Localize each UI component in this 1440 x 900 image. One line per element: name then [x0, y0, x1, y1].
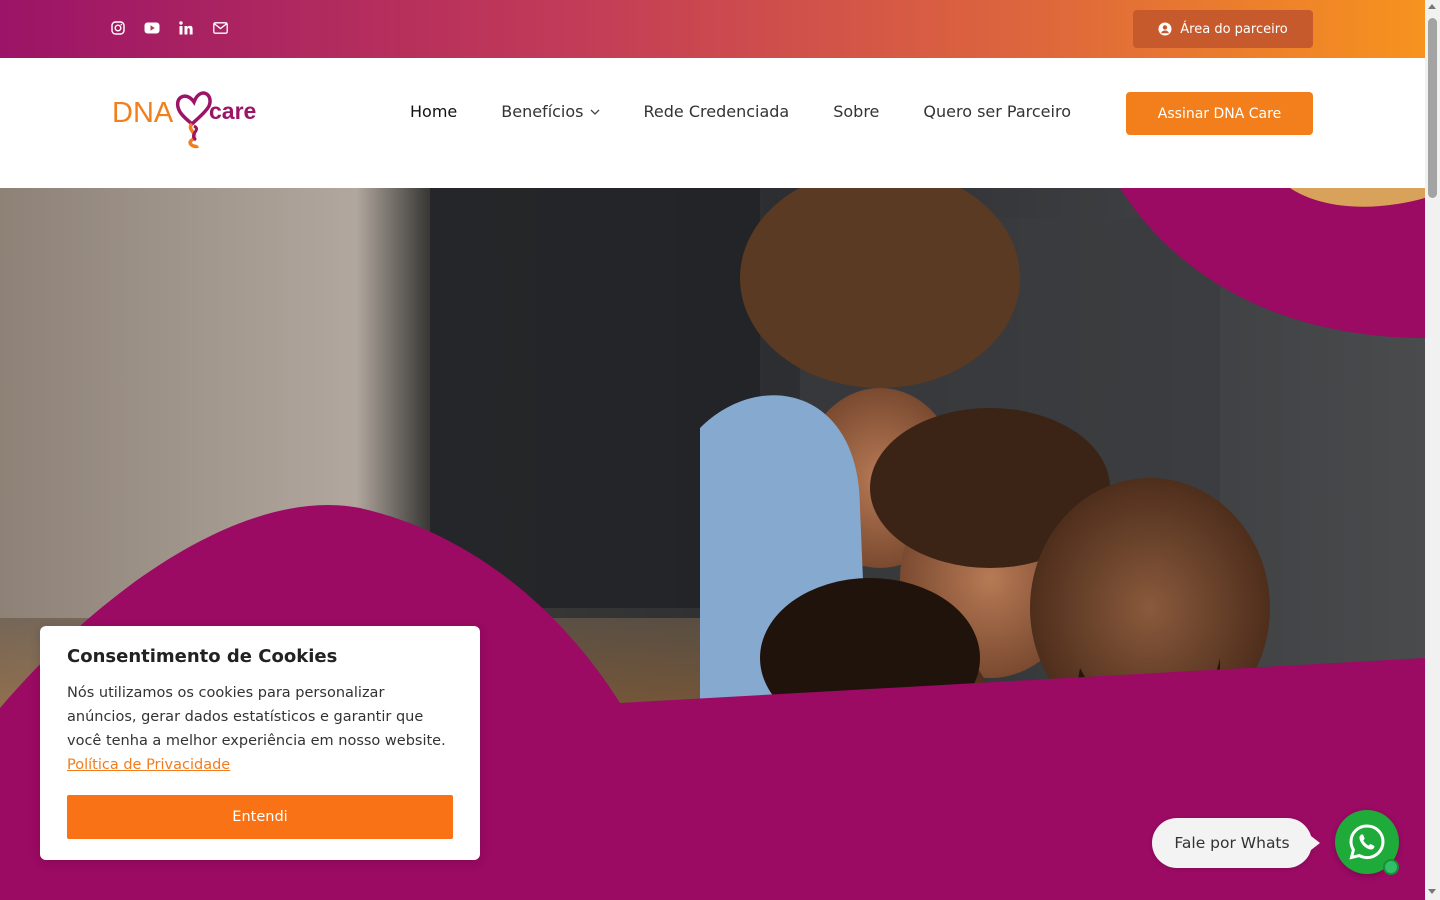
- nav-beneficios-label: Benefícios: [501, 102, 584, 121]
- whatsapp-bubble[interactable]: Fale por Whats: [1152, 818, 1320, 868]
- scroll-down-arrow[interactable]: [1428, 889, 1436, 894]
- partner-area-button[interactable]: Área do parceiro: [1133, 10, 1313, 48]
- dna-care-logo[interactable]: DNA care: [112, 78, 262, 150]
- cookie-text-body: Nós utilizamos os cookies para personali…: [67, 685, 446, 749]
- nav-sobre[interactable]: Sobre: [833, 102, 879, 121]
- nav-rede-label: Rede Credenciada: [643, 102, 790, 121]
- nav-quero-ser-parceiro[interactable]: Quero ser Parceiro: [923, 102, 1071, 121]
- user-circle-icon: [1158, 22, 1172, 36]
- nav-rede-credenciada[interactable]: Rede Credenciada: [644, 102, 790, 121]
- site-header: DNA care Home Benefícios Rede Credenciad…: [0, 58, 1425, 188]
- instagram-icon[interactable]: [108, 18, 128, 38]
- whatsapp-icon: [1349, 824, 1385, 860]
- mail-icon[interactable]: [210, 18, 230, 38]
- nav-sobre-label: Sobre: [833, 102, 880, 121]
- chevron-down-icon: [590, 109, 599, 115]
- nav-home-label: Home: [410, 102, 458, 121]
- cookie-accept-button[interactable]: Entendi: [67, 795, 453, 839]
- youtube-icon[interactable]: [142, 18, 162, 38]
- page-scrollbar[interactable]: [1425, 0, 1440, 900]
- subscribe-button[interactable]: Assinar DNA Care: [1126, 92, 1313, 135]
- cookie-text: Nós utilizamos os cookies para personali…: [67, 681, 453, 777]
- nav-home[interactable]: Home: [410, 102, 457, 121]
- logo-text-dna: DNA: [112, 97, 174, 129]
- privacy-policy-link[interactable]: Política de Privacidade: [67, 757, 230, 773]
- logo-text-care: care: [209, 98, 256, 124]
- scroll-up-arrow[interactable]: [1428, 4, 1436, 9]
- cookie-consent-dialog: Consentimento de Cookies Nós utilizamos …: [40, 626, 480, 860]
- scroll-thumb[interactable]: [1428, 18, 1437, 198]
- cookie-title: Consentimento de Cookies: [67, 646, 338, 667]
- social-links: [108, 18, 230, 38]
- main-nav: Home Benefícios Rede Credenciada Sobre Q…: [410, 102, 1115, 121]
- nav-beneficios[interactable]: Benefícios: [501, 102, 599, 121]
- top-bar: Área do parceiro: [0, 0, 1425, 58]
- linkedin-icon[interactable]: [176, 18, 196, 38]
- nav-parceiro-label: Quero ser Parceiro: [923, 102, 1071, 121]
- online-status-indicator: [1383, 859, 1399, 875]
- partner-area-label: Área do parceiro: [1180, 21, 1288, 37]
